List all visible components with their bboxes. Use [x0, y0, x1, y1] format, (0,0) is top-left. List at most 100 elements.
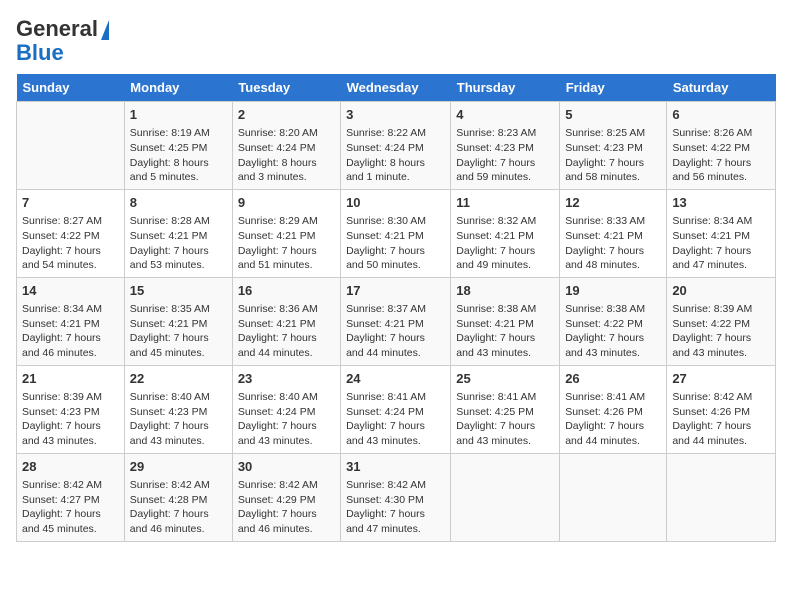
cell-details: Sunrise: 8:30 AMSunset: 4:21 PMDaylight:… [346, 214, 445, 273]
day-number: 12 [565, 194, 661, 212]
cell-details: Sunrise: 8:25 AMSunset: 4:23 PMDaylight:… [565, 126, 661, 185]
day-number: 26 [565, 370, 661, 388]
calendar-cell: 3 Sunrise: 8:22 AMSunset: 4:24 PMDaylight… [341, 102, 451, 190]
calendar-cell: 31Sunrise: 8:42 AMSunset: 4:30 PMDayligh… [341, 453, 451, 541]
cell-details: Sunrise: 8:39 AMSunset: 4:23 PMDaylight:… [22, 390, 119, 449]
day-number: 3 [346, 106, 445, 124]
calendar-cell: 26 Sunrise: 8:41 AMSunset: 4:26 PMDayligh… [560, 365, 667, 453]
calendar-cell: 19Sunrise: 8:38 AMSunset: 4:22 PMDayligh… [560, 277, 667, 365]
week-row: 28 Sunrise: 8:42 AMSunset: 4:27 PMDayligh… [17, 453, 776, 541]
day-number: 21 [22, 370, 119, 388]
cell-details: Sunrise: 8:36 AMSunset: 4:21 PMDaylight:… [238, 302, 335, 361]
day-number: 9 [238, 194, 335, 212]
day-number: 18 [456, 282, 554, 300]
calendar-cell: 8 Sunrise: 8:28 AMSunset: 4:21 PMDaylight… [124, 189, 232, 277]
calendar-cell: 7 Sunrise: 8:27 AMSunset: 4:22 PMDaylight… [17, 189, 125, 277]
cell-details: Sunrise: 8:41 AMSunset: 4:25 PMDaylight:… [456, 390, 554, 449]
cell-details: Sunrise: 8:29 AMSunset: 4:21 PMDaylight:… [238, 214, 335, 273]
header-row: SundayMondayTuesdayWednesdayThursdayFrid… [17, 74, 776, 102]
calendar-body: 1Sunrise: 8:19 AMSunset: 4:25 PMDaylight… [17, 102, 776, 542]
cell-details: Sunrise: 8:33 AMSunset: 4:21 PMDaylight:… [565, 214, 661, 273]
calendar-cell: 23 Sunrise: 8:40 AMSunset: 4:24 PMDayligh… [232, 365, 340, 453]
cell-details: Sunrise: 8:40 AMSunset: 4:24 PMDaylight:… [238, 390, 335, 449]
calendar-cell: 5 Sunrise: 8:25 AMSunset: 4:23 PMDaylight… [560, 102, 667, 190]
cell-details: Sunrise: 8:27 AMSunset: 4:22 PMDaylight:… [22, 214, 119, 273]
day-number: 8 [130, 194, 227, 212]
calendar-cell: 10 Sunrise: 8:30 AMSunset: 4:21 PMDayligh… [341, 189, 451, 277]
week-row: 7 Sunrise: 8:27 AMSunset: 4:22 PMDaylight… [17, 189, 776, 277]
cell-details: Sunrise: 8:40 AMSunset: 4:23 PMDaylight:… [130, 390, 227, 449]
calendar-cell: 16 Sunrise: 8:36 AMSunset: 4:21 PMDayligh… [232, 277, 340, 365]
header-cell-monday: Monday [124, 74, 232, 102]
cell-details: Sunrise: 8:42 AMSunset: 4:28 PMDaylight:… [130, 478, 227, 537]
calendar-cell: 9 Sunrise: 8:29 AMSunset: 4:21 PMDaylight… [232, 189, 340, 277]
cell-details: Sunrise: 8:38 AMSunset: 4:21 PMDaylight:… [456, 302, 554, 361]
day-number: 11 [456, 194, 554, 212]
calendar-cell [667, 453, 776, 541]
cell-details: Sunrise: 8:42 AMSunset: 4:29 PMDaylight:… [238, 478, 335, 537]
header-cell-wednesday: Wednesday [341, 74, 451, 102]
cell-details: Sunrise: 8:42 AMSunset: 4:27 PMDaylight:… [22, 478, 119, 537]
cell-details: Sunrise: 8:22 AMSunset: 4:24 PMDaylight:… [346, 126, 445, 185]
calendar-cell [560, 453, 667, 541]
day-number: 15 [130, 282, 227, 300]
calendar-cell: 18 Sunrise: 8:38 AMSunset: 4:21 PMDayligh… [451, 277, 560, 365]
day-number: 5 [565, 106, 661, 124]
calendar-cell: 27 Sunrise: 8:42 AMSunset: 4:26 PMDayligh… [667, 365, 776, 453]
cell-details: Sunrise: 8:34 AMSunset: 4:21 PMDaylight:… [672, 214, 770, 273]
cell-details: Sunrise: 8:42 AMSunset: 4:30 PMDaylight:… [346, 478, 445, 537]
calendar-cell: 4Sunrise: 8:23 AMSunset: 4:23 PMDaylight… [451, 102, 560, 190]
cell-details: Sunrise: 8:39 AMSunset: 4:22 PMDaylight:… [672, 302, 770, 361]
calendar-cell: 17Sunrise: 8:37 AMSunset: 4:21 PMDayligh… [341, 277, 451, 365]
calendar-cell: 24 Sunrise: 8:41 AMSunset: 4:24 PMDayligh… [341, 365, 451, 453]
calendar-cell: 14Sunrise: 8:34 AMSunset: 4:21 PMDayligh… [17, 277, 125, 365]
day-number: 28 [22, 458, 119, 476]
calendar-cell: 29Sunrise: 8:42 AMSunset: 4:28 PMDayligh… [124, 453, 232, 541]
header-cell-tuesday: Tuesday [232, 74, 340, 102]
day-number: 7 [22, 194, 119, 212]
calendar-cell: 2Sunrise: 8:20 AMSunset: 4:24 PMDaylight… [232, 102, 340, 190]
logo: General Blue [16, 16, 109, 64]
logo-arrow-icon [101, 20, 109, 40]
cell-details: Sunrise: 8:37 AMSunset: 4:21 PMDaylight:… [346, 302, 445, 361]
logo-blue: Blue [16, 42, 64, 64]
calendar-cell: 15 Sunrise: 8:35 AMSunset: 4:21 PMDayligh… [124, 277, 232, 365]
cell-details: Sunrise: 8:32 AMSunset: 4:21 PMDaylight:… [456, 214, 554, 273]
day-number: 6 [672, 106, 770, 124]
cell-details: Sunrise: 8:41 AMSunset: 4:24 PMDaylight:… [346, 390, 445, 449]
day-number: 13 [672, 194, 770, 212]
day-number: 27 [672, 370, 770, 388]
day-number: 24 [346, 370, 445, 388]
cell-details: Sunrise: 8:28 AMSunset: 4:21 PMDaylight:… [130, 214, 227, 273]
calendar-cell: 6 Sunrise: 8:26 AMSunset: 4:22 PMDaylight… [667, 102, 776, 190]
calendar-cell: 21 Sunrise: 8:39 AMSunset: 4:23 PMDayligh… [17, 365, 125, 453]
day-number: 2 [238, 106, 335, 124]
week-row: 21 Sunrise: 8:39 AMSunset: 4:23 PMDayligh… [17, 365, 776, 453]
logo-general: General [16, 16, 98, 42]
calendar-table: SundayMondayTuesdayWednesdayThursdayFrid… [16, 74, 776, 542]
calendar-cell: 20 Sunrise: 8:39 AMSunset: 4:22 PMDayligh… [667, 277, 776, 365]
calendar-cell: 28 Sunrise: 8:42 AMSunset: 4:27 PMDayligh… [17, 453, 125, 541]
calendar-cell: 1Sunrise: 8:19 AMSunset: 4:25 PMDaylight… [124, 102, 232, 190]
cell-details: Sunrise: 8:23 AMSunset: 4:23 PMDaylight:… [456, 126, 554, 185]
cell-details: Sunrise: 8:26 AMSunset: 4:22 PMDaylight:… [672, 126, 770, 185]
calendar-cell [17, 102, 125, 190]
day-number: 30 [238, 458, 335, 476]
calendar-cell: 11 Sunrise: 8:32 AMSunset: 4:21 PMDayligh… [451, 189, 560, 277]
day-number: 10 [346, 194, 445, 212]
day-number: 20 [672, 282, 770, 300]
calendar-header: SundayMondayTuesdayWednesdayThursdayFrid… [17, 74, 776, 102]
cell-details: Sunrise: 8:19 AMSunset: 4:25 PMDaylight:… [130, 126, 227, 185]
calendar-cell: 22 Sunrise: 8:40 AMSunset: 4:23 PMDayligh… [124, 365, 232, 453]
day-number: 23 [238, 370, 335, 388]
calendar-cell: 12 Sunrise: 8:33 AMSunset: 4:21 PMDayligh… [560, 189, 667, 277]
cell-details: Sunrise: 8:35 AMSunset: 4:21 PMDaylight:… [130, 302, 227, 361]
cell-details: Sunrise: 8:42 AMSunset: 4:26 PMDaylight:… [672, 390, 770, 449]
day-number: 22 [130, 370, 227, 388]
day-number: 19 [565, 282, 661, 300]
calendar-cell: 25Sunrise: 8:41 AMSunset: 4:25 PMDayligh… [451, 365, 560, 453]
cell-details: Sunrise: 8:41 AMSunset: 4:26 PMDaylight:… [565, 390, 661, 449]
header-cell-friday: Friday [560, 74, 667, 102]
day-number: 16 [238, 282, 335, 300]
day-number: 14 [22, 282, 119, 300]
